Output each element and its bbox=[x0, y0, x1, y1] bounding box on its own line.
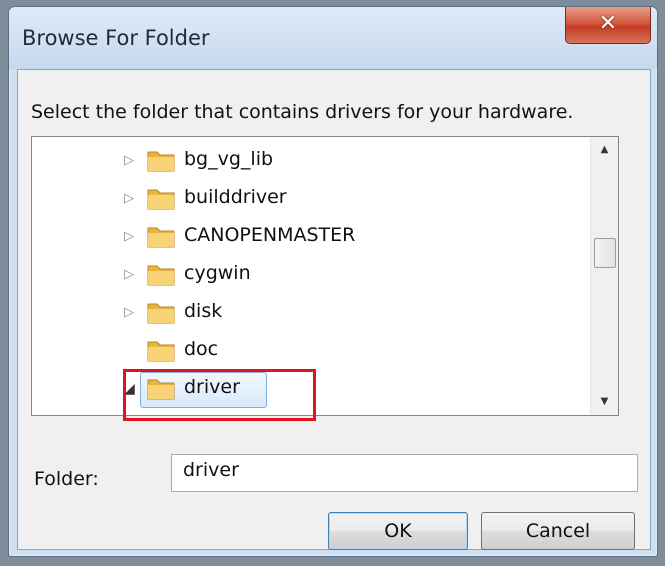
expand-arrow-icon[interactable]: ▷ bbox=[124, 227, 140, 247]
dialog-client-area: Select the folder that contains drivers … bbox=[17, 69, 651, 550]
tree-item-label: bg_vg_lib bbox=[184, 148, 274, 170]
tree-item[interactable]: ▷ bg_vg_lib bbox=[32, 143, 590, 181]
tree-item[interactable]: ▷ CANOPENMASTER bbox=[32, 219, 590, 257]
folder-icon bbox=[147, 189, 175, 210]
tree-item[interactable]: ▷ cygwin bbox=[32, 257, 590, 295]
tree-item[interactable]: ▷ builddriver bbox=[32, 181, 590, 219]
tree-item-label: doc bbox=[184, 338, 219, 360]
folder-tree-viewport: ▷ bg_vg_lib ▷ builddriver ▷ CANOPENMASTE… bbox=[32, 137, 590, 415]
folder-icon bbox=[147, 379, 175, 400]
tree-item-label: CANOPENMASTER bbox=[184, 224, 356, 246]
title-bar[interactable]: Browse For Folder ✕ bbox=[9, 7, 657, 69]
tree-item-label: driver bbox=[184, 376, 240, 398]
folder-icon bbox=[147, 265, 175, 286]
ok-button[interactable]: OK bbox=[328, 512, 468, 550]
expand-arrow-icon[interactable]: ▷ bbox=[124, 303, 140, 323]
folder-icon bbox=[147, 227, 175, 248]
expand-arrow-icon[interactable]: ▷ bbox=[124, 265, 140, 285]
expand-arrow-icon[interactable]: ▷ bbox=[124, 151, 140, 171]
dialog-title: Browse For Folder bbox=[22, 26, 210, 50]
folder-input[interactable] bbox=[171, 454, 638, 492]
tree-item-label: cygwin bbox=[184, 262, 251, 284]
close-button[interactable]: ✕ bbox=[565, 7, 651, 44]
instruction-text: Select the folder that contains drivers … bbox=[31, 101, 574, 123]
scroll-thumb[interactable] bbox=[594, 238, 616, 268]
folder-tree[interactable]: ▷ bg_vg_lib ▷ builddriver ▷ CANOPENMASTE… bbox=[31, 136, 619, 416]
scroll-up-button[interactable]: ▲ bbox=[591, 137, 618, 163]
close-icon: ✕ bbox=[598, 11, 618, 36]
collapse-arrow-icon[interactable]: ◢ bbox=[124, 379, 140, 399]
expand-arrow-icon[interactable]: ▷ bbox=[124, 189, 140, 209]
cancel-button[interactable]: Cancel bbox=[481, 512, 635, 550]
folder-icon bbox=[147, 341, 175, 362]
tree-item-label: builddriver bbox=[184, 186, 287, 208]
tree-item[interactable]: doc bbox=[32, 333, 590, 371]
tree-item[interactable]: ▷ disk bbox=[32, 295, 590, 333]
scroll-down-button[interactable]: ▼ bbox=[591, 389, 618, 415]
folder-icon bbox=[147, 151, 175, 172]
tree-item-selected[interactable]: ◢ driver bbox=[32, 371, 590, 409]
browse-for-folder-dialog: Browse For Folder ✕ Select the folder th… bbox=[8, 6, 658, 557]
tree-item-label: disk bbox=[184, 300, 223, 322]
vertical-scrollbar[interactable]: ▲ ▼ bbox=[590, 137, 618, 415]
folder-field-label: Folder: bbox=[34, 468, 99, 490]
folder-icon bbox=[147, 303, 175, 324]
